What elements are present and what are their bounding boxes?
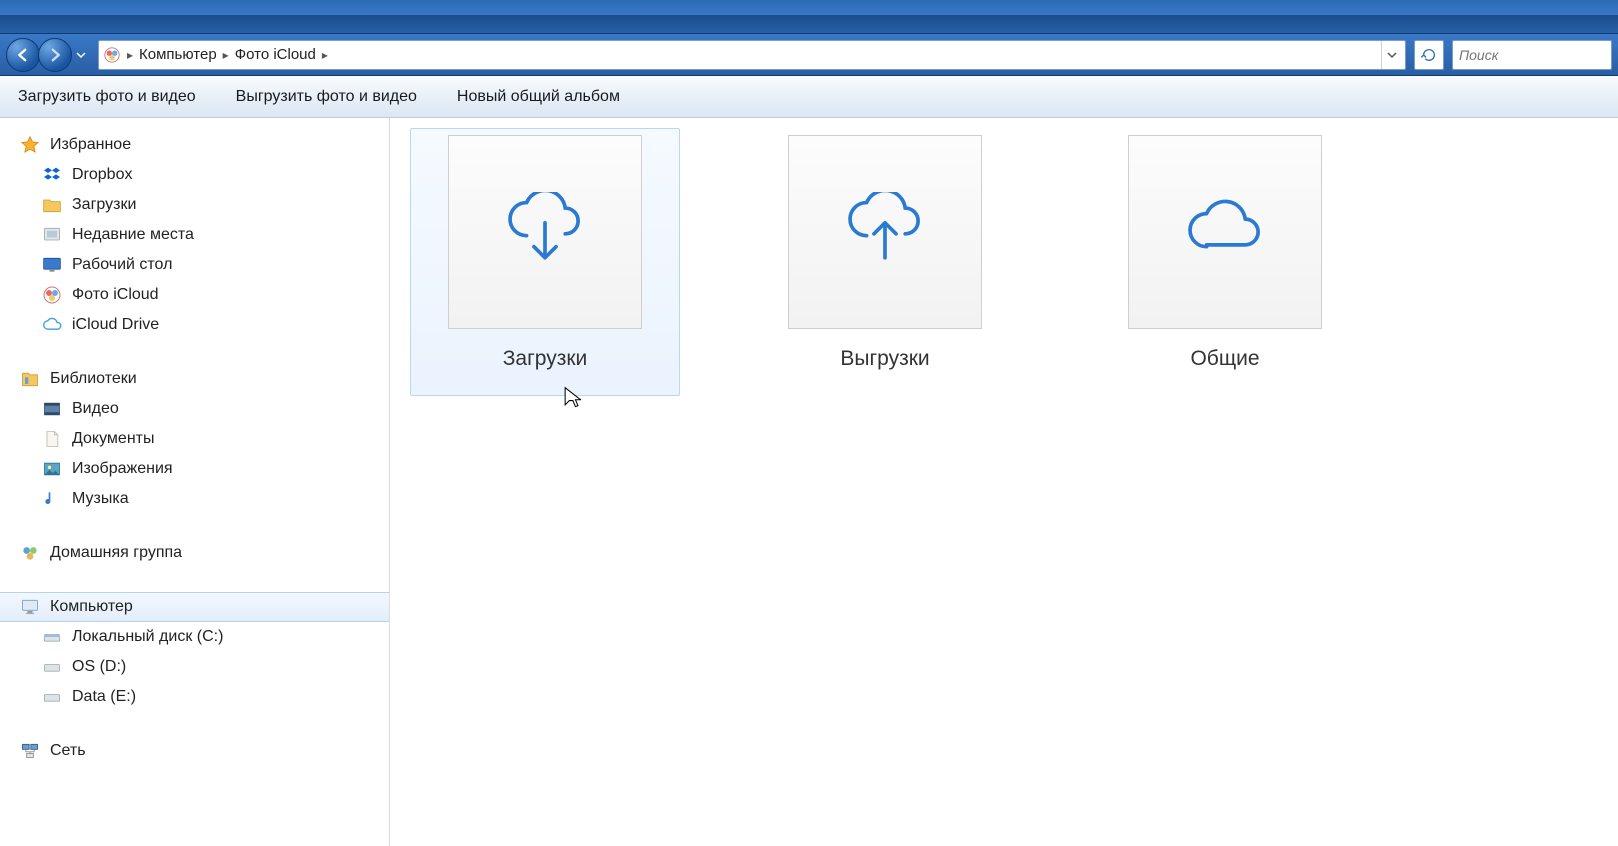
- window-title-bar: [0, 0, 1618, 34]
- homegroup-label: Домашняя группа: [50, 544, 182, 562]
- icloud-drive-icon: [42, 315, 62, 335]
- cloud-download-icon: [499, 192, 591, 272]
- cloud-upload-icon: [839, 192, 931, 272]
- sidebar-item-pictures[interactable]: Изображения: [0, 454, 389, 484]
- sidebar-item-label: Рабочий стол: [72, 256, 172, 274]
- sidebar-item-label: Data (E:): [72, 688, 136, 706]
- sidebar-item-label: Фото iCloud: [72, 286, 159, 304]
- sidebar-item-label: Документы: [72, 430, 154, 448]
- folder-uploads-tile: [788, 135, 982, 329]
- breadcrumb-current[interactable]: Фото iCloud: [231, 46, 320, 63]
- sidebar-item-icloud-drive[interactable]: iCloud Drive: [0, 310, 389, 340]
- documents-icon: [42, 429, 62, 449]
- dropbox-icon: [42, 165, 62, 185]
- homegroup-icon: [20, 543, 40, 563]
- folder-label: Общие: [1097, 347, 1353, 371]
- libraries-label: Библиотеки: [50, 370, 137, 388]
- sidebar-item-drive-c[interactable]: Локальный диск (C:): [0, 622, 389, 652]
- drive-icon: [42, 627, 62, 647]
- folder-uploads[interactable]: Выгрузки: [750, 128, 1020, 396]
- breadcrumb-bar[interactable]: ▸ Компьютер ▸ Фото iCloud ▸: [98, 40, 1406, 70]
- chevron-right-icon[interactable]: ▸: [221, 48, 231, 62]
- music-icon: [42, 489, 62, 509]
- chevron-right-icon[interactable]: ▸: [125, 48, 135, 62]
- sidebar-item-downloads[interactable]: Загрузки: [0, 190, 389, 220]
- upload-photos-command[interactable]: Выгрузить фото и видео: [236, 88, 417, 106]
- download-photos-command[interactable]: Загрузить фото и видео: [18, 88, 196, 106]
- computer-icon: [20, 597, 40, 617]
- navigation-pane[interactable]: Избранное Dropbox Загрузки Недавние мест…: [0, 118, 390, 846]
- sidebar-item-documents[interactable]: Документы: [0, 424, 389, 454]
- sidebar-item-label: Музыка: [72, 490, 129, 508]
- search-box[interactable]: [1452, 40, 1612, 70]
- network-icon: [20, 741, 40, 761]
- sidebar-item-label: OS (D:): [72, 658, 126, 676]
- sidebar-item-label: Недавние места: [72, 226, 194, 244]
- back-button[interactable]: [6, 38, 40, 72]
- libraries-icon: [20, 369, 40, 389]
- folder-downloads-icon: [42, 195, 62, 215]
- folder-shared[interactable]: Общие: [1090, 128, 1360, 396]
- breadcrumb-dropdown[interactable]: [1381, 41, 1401, 69]
- network-label: Сеть: [50, 742, 86, 760]
- star-icon: [20, 135, 40, 155]
- breadcrumb-root[interactable]: Компьютер: [135, 46, 221, 63]
- sidebar-item-desktop[interactable]: Рабочий стол: [0, 250, 389, 280]
- sidebar-item-recent[interactable]: Недавние места: [0, 220, 389, 250]
- folder-downloads-tile: [448, 135, 642, 329]
- sidebar-item-label: Локальный диск (C:): [72, 628, 223, 646]
- sidebar-item-label: Видео: [72, 400, 119, 418]
- favorites-label: Избранное: [50, 136, 131, 154]
- new-shared-album-command[interactable]: Новый общий альбом: [457, 88, 620, 106]
- command-bar: Загрузить фото и видео Выгрузить фото и …: [0, 76, 1618, 118]
- content-pane[interactable]: Загрузки Выгрузки Общие: [390, 118, 1618, 846]
- drive-icon: [42, 657, 62, 677]
- sidebar-item-dropbox[interactable]: Dropbox: [0, 160, 389, 190]
- favorites-group[interactable]: Избранное: [0, 130, 389, 160]
- recent-places-icon: [42, 225, 62, 245]
- sidebar-item-label: Dropbox: [72, 166, 132, 184]
- icloud-photos-icon: [42, 285, 62, 305]
- cloud-icon: [1179, 192, 1271, 272]
- folder-label: Загрузки: [417, 347, 673, 371]
- homegroup[interactable]: Домашняя группа: [0, 538, 389, 568]
- forward-button[interactable]: [38, 38, 72, 72]
- nav-history-dropdown[interactable]: [72, 38, 90, 72]
- sidebar-item-label: iCloud Drive: [72, 316, 159, 334]
- network-group[interactable]: Сеть: [0, 736, 389, 766]
- sidebar-item-music[interactable]: Музыка: [0, 484, 389, 514]
- drive-icon: [42, 687, 62, 707]
- search-input[interactable]: [1459, 47, 1605, 63]
- sidebar-item-icloud-photos[interactable]: Фото iCloud: [0, 280, 389, 310]
- folder-label: Выгрузки: [757, 347, 1013, 371]
- icloud-photos-icon: [103, 46, 121, 64]
- libraries-group[interactable]: Библиотеки: [0, 364, 389, 394]
- pictures-icon: [42, 459, 62, 479]
- sidebar-item-label: Изображения: [72, 460, 173, 478]
- sidebar-item-drive-d[interactable]: OS (D:): [0, 652, 389, 682]
- computer-group[interactable]: Компьютер: [0, 592, 389, 622]
- sidebar-item-videos[interactable]: Видео: [0, 394, 389, 424]
- refresh-button[interactable]: [1414, 40, 1444, 70]
- sidebar-item-drive-e[interactable]: Data (E:): [0, 682, 389, 712]
- sidebar-item-label: Загрузки: [72, 196, 136, 214]
- computer-label: Компьютер: [50, 598, 133, 616]
- video-icon: [42, 399, 62, 419]
- desktop-icon: [42, 255, 62, 275]
- chevron-right-icon[interactable]: ▸: [320, 48, 330, 62]
- folder-downloads[interactable]: Загрузки: [410, 128, 680, 396]
- address-bar-row: ▸ Компьютер ▸ Фото iCloud ▸: [0, 34, 1618, 76]
- folder-shared-tile: [1128, 135, 1322, 329]
